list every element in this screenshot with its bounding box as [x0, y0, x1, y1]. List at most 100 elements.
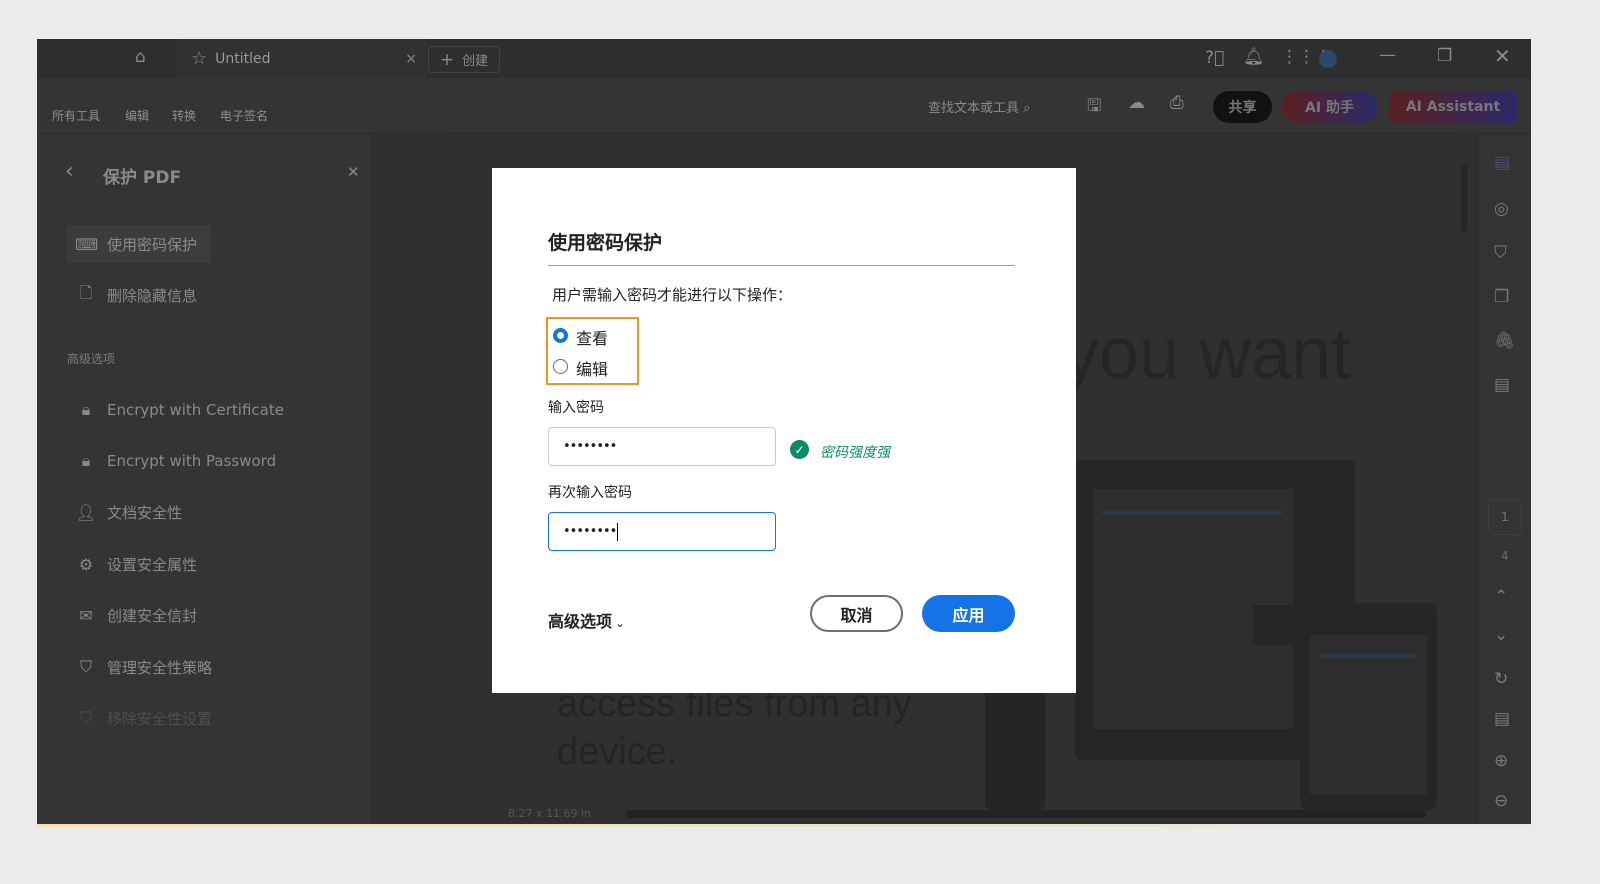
sidebar-item-remove-security: ⛉ 移除安全性设置	[75, 699, 212, 737]
dialog-prompt: 用户需输入密码才能进行以下操作：	[552, 286, 793, 304]
item-label: 文档安全性	[107, 503, 183, 522]
avatar[interactable]	[1319, 50, 1337, 68]
sidebar-item-encrypt-password[interactable]: 🔒︎ Encrypt with Password	[75, 442, 276, 480]
create-button[interactable]: + 创建	[428, 46, 500, 73]
shield-icon: ⛉	[79, 657, 92, 676]
document-icon[interactable]: ▤	[1494, 375, 1510, 395]
tab-bar: ⌂ ☆ Untitled × + 创建 ?⃝ 🔔︎ ⋮⋮⋮ — ❐ ✕	[37, 39, 1531, 78]
lock-doc-icon: 🔒︎	[81, 451, 91, 470]
pages-icon[interactable]: ❐	[1494, 287, 1509, 307]
sidebar-item-security-policy[interactable]: ⛉ 管理安全性策略	[75, 648, 212, 686]
item-label: 管理安全性策略	[107, 658, 213, 677]
shield-off-icon: ⛉	[79, 708, 92, 727]
envelope-icon: ✉	[79, 605, 93, 625]
menu-all-tools[interactable]: 所有工具	[52, 107, 100, 124]
search-label: 查找文本或工具	[928, 101, 1020, 116]
advanced-options-toggle[interactable]: 高级选项 ⌄	[548, 608, 625, 632]
share-button[interactable]: 共享	[1213, 91, 1272, 123]
toolbar: 所有工具 编辑 转换 电子签名 查找文本或工具 ⌕ 🖫 ☁ ⎙ 共享 AI 助手…	[37, 78, 1531, 134]
chevron-up-icon[interactable]: ⌃	[1494, 587, 1508, 607]
menu-esign[interactable]: 电子签名	[220, 107, 268, 124]
dialog-title: 使用密码保护	[548, 232, 663, 254]
ai-helper-label: AI 助手	[1305, 100, 1354, 116]
tab-untitled[interactable]: ☆ Untitled ×	[177, 39, 427, 78]
sidebar-item-security-envelope[interactable]: ✉ 创建安全信封	[75, 596, 197, 634]
ai-helper-button[interactable]: AI 助手	[1282, 91, 1377, 123]
bell-icon[interactable]: 🔔︎	[1243, 47, 1265, 67]
fit-page-icon[interactable]: ▤	[1494, 709, 1510, 729]
close-tab-icon[interactable]: ×	[405, 51, 417, 67]
chevron-down-icon: ⌄	[615, 616, 626, 630]
confirm-value: ••••••••	[563, 524, 617, 539]
password-protect-dialog: 使用密码保护 用户需输入密码才能进行以下操作： 查看 编辑 输入密码 •••••…	[492, 168, 1076, 693]
page-body-line2: device.	[557, 731, 678, 773]
text-cursor	[617, 522, 619, 541]
cancel-button[interactable]: 取消	[810, 595, 903, 632]
vertical-scrollbar[interactable]	[1461, 165, 1467, 231]
radio-view[interactable]	[553, 328, 568, 343]
horizontal-scrollbar[interactable]	[626, 810, 1426, 818]
password-label: 输入密码	[548, 400, 604, 416]
restore-icon[interactable]: ❐	[1437, 46, 1452, 66]
menu-convert[interactable]: 转换	[172, 107, 196, 124]
attachment-icon[interactable]: 🖇︎	[1494, 331, 1516, 351]
help-icon[interactable]: ?⃝	[1205, 48, 1224, 68]
check-circle-icon: ✓	[790, 440, 809, 459]
home-icon[interactable]: ⌂	[135, 47, 146, 67]
section-heading: 高级选项	[67, 352, 116, 366]
confirm-password-input[interactable]: ••••••••	[548, 512, 776, 551]
back-icon[interactable]: ‹	[65, 159, 74, 184]
protect-pdf-panel: ‹ 保护 PDF ✕ ⌨ 使用密码保护 🗋 删除隐藏信息 高级选项 🔒︎ Encryp…	[37, 135, 372, 826]
item-label: 删除隐藏信息	[107, 286, 198, 305]
item-label: 设置安全属性	[107, 555, 198, 574]
close-window-icon[interactable]: ✕	[1494, 44, 1511, 68]
sidebar-item-remove-hidden[interactable]: 🗋 删除隐藏信息	[75, 276, 197, 314]
ai-assistant-label: AI Assistant	[1405, 99, 1501, 115]
right-rail: ▤ ◎ ⛉ ❐ 🖇︎ ▤ 1 4 ⌃ ⌄ ↻ ▤ ⊕ ⊖	[1477, 135, 1531, 826]
item-label: 移除安全性设置	[107, 709, 213, 728]
bookmark-icon[interactable]: ⛉	[1494, 243, 1507, 263]
search-icon: ⌕	[1023, 101, 1031, 116]
print-icon[interactable]: ⎙	[1170, 93, 1184, 113]
panel-title: 保护 PDF	[103, 168, 182, 188]
page-number-input[interactable]: 1	[1488, 499, 1522, 535]
close-panel-icon[interactable]: ✕	[347, 163, 360, 181]
zoom-out-icon[interactable]: ⊖	[1494, 791, 1508, 811]
item-label: Encrypt with Password	[107, 452, 277, 470]
lock-doc-icon: 🔒︎	[81, 400, 91, 419]
plus-icon: +	[439, 49, 455, 70]
apply-button[interactable]: 应用	[922, 595, 1015, 632]
edit-text-icon[interactable]: ▤	[1494, 153, 1510, 173]
progress-strip	[37, 824, 1531, 827]
tab-label: Untitled	[215, 50, 271, 67]
sidebar-item-encrypt-cert[interactable]: 🔒︎ Encrypt with Certificate	[75, 391, 284, 429]
user-lock-icon: 👤︎	[75, 502, 97, 522]
password-input[interactable]: ••••••••	[548, 427, 776, 466]
rotate-icon[interactable]: ↻	[1494, 669, 1508, 689]
minimize-icon[interactable]: —	[1379, 45, 1396, 65]
sidebar-item-security-props[interactable]: ⚙ 设置安全属性	[75, 545, 197, 583]
radio-view-label: 查看	[576, 329, 609, 348]
item-label: 使用密码保护	[107, 235, 198, 254]
star-icon[interactable]: ☆	[191, 48, 207, 69]
page-headline: you want	[1063, 314, 1352, 394]
upload-cloud-icon[interactable]: ☁	[1128, 93, 1145, 113]
radio-edit[interactable]	[553, 359, 568, 374]
sidebar-item-password-protect[interactable]: ⌨ 使用密码保护	[67, 225, 212, 263]
advanced-label: 高级选项	[548, 612, 613, 631]
divider	[548, 265, 1015, 266]
confirm-password-label: 再次输入密码	[548, 485, 632, 501]
menu-edit[interactable]: 编辑	[125, 107, 149, 124]
gear-icon: ⚙	[78, 554, 94, 574]
zoom-in-icon[interactable]: ⊕	[1494, 751, 1508, 771]
chevron-down-icon[interactable]: ⌄	[1494, 625, 1508, 645]
save-icon[interactable]: 🖫	[1087, 93, 1101, 122]
sidebar-item-doc-security[interactable]: 👤︎ 文档安全性	[75, 493, 182, 531]
page-total: 4	[1501, 549, 1509, 563]
password-strength: 密码强度强	[820, 445, 890, 461]
item-label: 创建安全信封	[107, 606, 198, 625]
ai-assistant-button[interactable]: AI Assistant	[1389, 91, 1517, 123]
search-tools[interactable]: 查找文本或工具 ⌕	[928, 97, 1030, 116]
comment-icon[interactable]: ◎	[1494, 199, 1509, 219]
item-label: Encrypt with Certificate	[107, 401, 284, 419]
